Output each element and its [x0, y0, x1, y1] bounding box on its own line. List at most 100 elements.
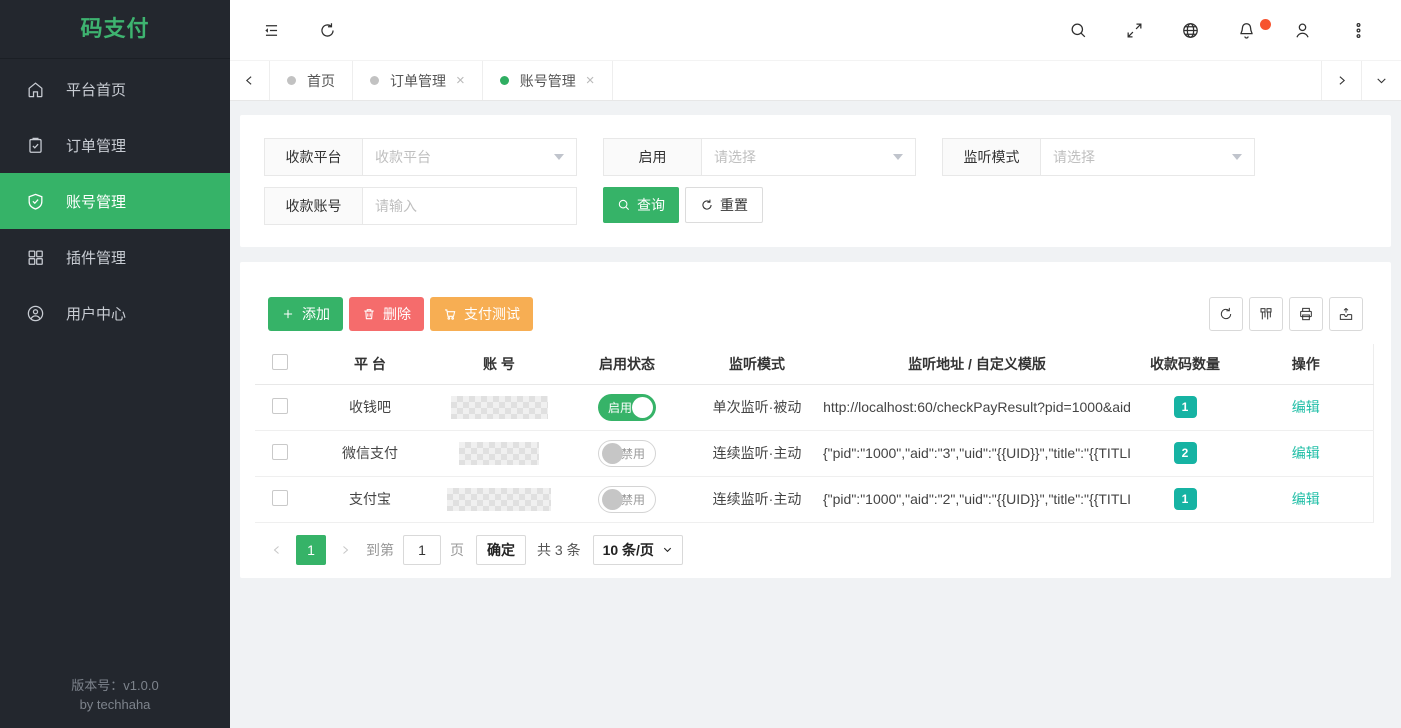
refresh-icon[interactable] — [317, 20, 337, 40]
delete-button-label: 删除 — [383, 304, 411, 324]
search-icon[interactable] — [1068, 20, 1088, 40]
toggle-knob — [632, 397, 653, 418]
sidebar-item-platform-home[interactable]: 平台首页 — [0, 61, 230, 117]
row-checkbox[interactable] — [272, 444, 288, 460]
tab-close-icon[interactable]: × — [456, 73, 465, 88]
enable-select[interactable]: 请选择 — [701, 138, 916, 176]
row-checkbox[interactable] — [272, 398, 288, 414]
platform-select[interactable]: 收款平台 — [362, 138, 577, 176]
sidebar-item-order-management[interactable]: 订单管理 — [0, 117, 230, 173]
table-panel: 添加 删除 支付测试 — [240, 262, 1391, 578]
more-vertical-icon[interactable] — [1348, 20, 1368, 40]
pay-test-button[interactable]: 支付测试 — [430, 297, 533, 331]
sidebar-item-label: 订单管理 — [66, 135, 126, 156]
delete-button[interactable]: 删除 — [349, 297, 424, 331]
plugin-grid-icon — [26, 248, 45, 267]
row-checkbox[interactable] — [272, 490, 288, 506]
tab-dot — [370, 76, 379, 85]
cell-platform: 支付宝 — [305, 476, 435, 522]
cell-platform: 微信支付 — [305, 430, 435, 476]
table-tool-icons — [1209, 297, 1363, 331]
listen-mode-select[interactable]: 请选择 — [1040, 138, 1255, 176]
shield-check-icon — [26, 192, 45, 211]
fullscreen-icon[interactable] — [1124, 20, 1144, 40]
content: 收款平台 收款平台 启用 请选择 监听模式 — [230, 101, 1401, 728]
table-refresh-icon[interactable] — [1209, 297, 1243, 331]
trash-icon — [362, 307, 376, 321]
account-input-placeholder: 请输入 — [375, 196, 417, 216]
col-actions: 操作 — [1239, 344, 1373, 384]
filter-field-account: 收款账号 请输入 — [264, 187, 577, 225]
page-number-button[interactable]: 1 — [296, 535, 326, 565]
toggle-label: 禁用 — [621, 445, 645, 462]
page-unit-label: 页 — [450, 540, 464, 560]
collapse-menu-icon[interactable] — [261, 20, 281, 40]
tabs-scroll-left-icon[interactable] — [230, 61, 270, 100]
tab-order-management[interactable]: 订单管理 × — [353, 61, 483, 100]
sidebar-item-label: 插件管理 — [66, 247, 126, 268]
goto-page-input[interactable] — [403, 535, 441, 565]
refresh-icon — [700, 198, 714, 212]
search-button[interactable]: 查询 — [603, 187, 679, 223]
export-icon[interactable] — [1329, 297, 1363, 331]
account-masked — [459, 442, 539, 465]
pay-test-button-label: 支付测试 — [464, 304, 520, 324]
bell-icon[interactable] — [1236, 20, 1256, 40]
tab-close-icon[interactable]: × — [586, 73, 595, 88]
chevron-down-icon — [554, 154, 564, 160]
edit-link[interactable]: 编辑 — [1292, 491, 1320, 507]
sidebar-item-account-management[interactable]: 账号管理 — [0, 173, 230, 229]
col-enable-status: 启用状态 — [563, 344, 691, 384]
accounts-table: 平 台 账 号 启用状态 监听模式 监听地址 / 自定义模版 收款码数量 操作 — [255, 344, 1374, 523]
globe-icon[interactable] — [1180, 20, 1200, 40]
filter-row-2: 收款账号 请输入 查询 重置 — [264, 187, 1367, 225]
sidebar: 码支付 平台首页 订单管理 账号管理 — [0, 0, 230, 728]
prev-page-icon[interactable] — [268, 544, 286, 556]
chevron-down-icon — [662, 544, 673, 555]
toggle-label: 启用 — [608, 399, 632, 416]
sidebar-item-label: 用户中心 — [66, 303, 126, 324]
tabbar-spacer — [613, 61, 1321, 100]
cell-listen-mode: 单次监听·被动 — [691, 384, 823, 430]
tab-account-management[interactable]: 账号管理 × — [483, 61, 613, 100]
search-icon — [617, 198, 631, 212]
tabs-scroll-right-icon[interactable] — [1321, 61, 1361, 100]
add-button[interactable]: 添加 — [268, 297, 343, 331]
reset-button-label: 重置 — [720, 195, 748, 215]
page-size-select[interactable]: 10 条/页 — [593, 535, 683, 565]
confirm-button[interactable]: 确定 — [476, 535, 526, 565]
user-icon[interactable] — [1292, 20, 1312, 40]
platform-label: 收款平台 — [264, 138, 362, 176]
tab-label: 账号管理 — [520, 71, 576, 91]
tab-home[interactable]: 首页 — [270, 61, 353, 100]
user-circle-icon — [26, 304, 45, 323]
sidebar-item-user-center[interactable]: 用户中心 — [0, 285, 230, 341]
account-input[interactable]: 请输入 — [362, 187, 577, 225]
sidebar-item-label: 账号管理 — [66, 191, 126, 212]
col-listen-addr: 监听地址 / 自定义模版 — [823, 344, 1131, 384]
enable-toggle[interactable]: 禁用 — [598, 440, 656, 467]
reset-button[interactable]: 重置 — [685, 187, 763, 223]
cell-listen-mode: 连续监听·主动 — [691, 476, 823, 522]
topbar-right — [1068, 20, 1368, 40]
enable-toggle[interactable]: 启用 — [598, 394, 656, 421]
next-page-icon[interactable] — [336, 544, 354, 556]
enable-select-placeholder: 请选择 — [714, 147, 756, 167]
filter-field-platform: 收款平台 收款平台 — [264, 138, 577, 176]
select-all-checkbox[interactable] — [272, 354, 288, 370]
version-line: 版本号：v1.0.0 — [0, 676, 230, 695]
edit-link[interactable]: 编辑 — [1292, 399, 1320, 415]
author-line: by techhaha — [0, 695, 230, 714]
platform-select-placeholder: 收款平台 — [375, 147, 431, 167]
sidebar-item-plugin-management[interactable]: 插件管理 — [0, 229, 230, 285]
account-masked — [447, 488, 551, 511]
printer-icon[interactable] — [1289, 297, 1323, 331]
chevron-down-icon — [893, 154, 903, 160]
cell-listen-addr: http://localhost:60/checkPayResult?pid=1… — [823, 384, 1131, 430]
edit-link[interactable]: 编辑 — [1292, 445, 1320, 461]
total-count-label: 共 3 条 — [537, 540, 581, 560]
tabs-menu-chevron-down-icon[interactable] — [1361, 61, 1401, 100]
enable-toggle[interactable]: 禁用 — [598, 486, 656, 513]
notification-dot — [1260, 19, 1271, 30]
columns-filter-icon[interactable] — [1249, 297, 1283, 331]
